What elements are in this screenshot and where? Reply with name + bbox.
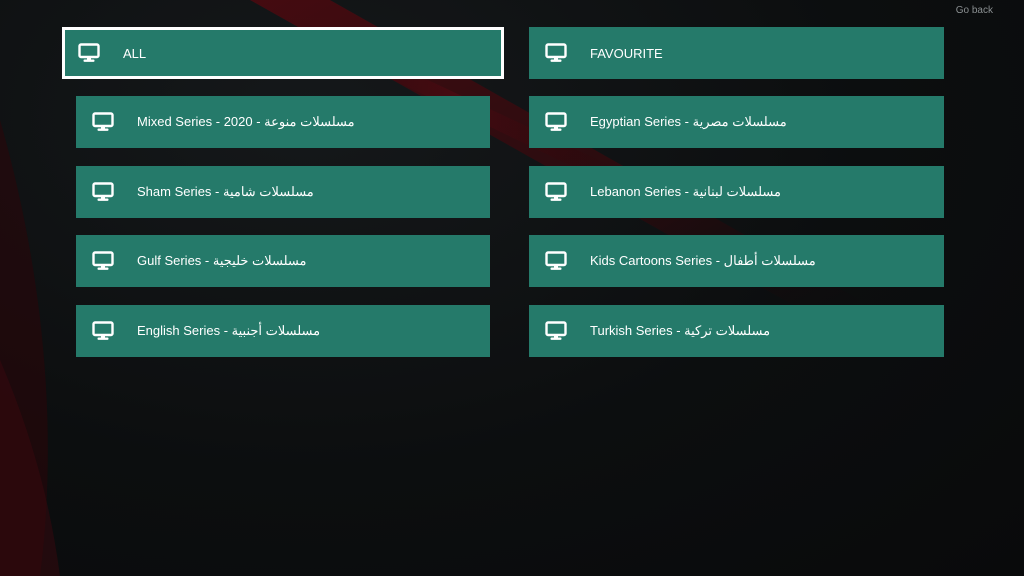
category-tile[interactable]: Gulf Series - مسلسلات خليجية	[76, 235, 490, 287]
category-tile-label: Egyptian Series - مسلسلات مصرية	[590, 114, 787, 129]
category-tile-label: Lebanon Series - مسلسلات لبنانية	[590, 184, 781, 199]
go-back-button[interactable]: Go back	[956, 5, 993, 16]
category-tile[interactable]: Egyptian Series - مسلسلات مصرية	[529, 96, 944, 148]
series-category-screen: Go back ALL FAVOURITE Mixed Series - 2020 …	[0, 0, 1024, 576]
category-tile-label: Gulf Series - مسلسلات خليجية	[137, 253, 307, 268]
monitor-icon	[92, 251, 114, 271]
category-tile[interactable]: English Series - مسلسلات أجنبية	[76, 305, 490, 357]
background-art	[0, 0, 860, 576]
monitor-icon	[78, 43, 100, 63]
category-tile-label: Kids Cartoons Series - مسلسلات أطفال	[590, 253, 816, 268]
monitor-icon	[545, 182, 567, 202]
category-tile-label: Sham Series - مسلسلات شامية	[137, 184, 314, 199]
category-tile[interactable]: Sham Series - مسلسلات شامية	[76, 166, 490, 218]
monitor-icon	[545, 251, 567, 271]
category-tile[interactable]: Kids Cartoons Series - مسلسلات أطفال	[529, 235, 944, 287]
category-tile[interactable]: FAVOURITE	[529, 27, 944, 79]
monitor-icon	[545, 112, 567, 132]
category-tile-label: Turkish Series - مسلسلات تركية	[590, 323, 771, 338]
category-tile[interactable]: Lebanon Series - مسلسلات لبنانية	[529, 166, 944, 218]
category-tile[interactable]: Turkish Series - مسلسلات تركية	[529, 305, 944, 357]
monitor-icon	[545, 321, 567, 341]
monitor-icon	[92, 112, 114, 132]
monitor-icon	[545, 43, 567, 63]
category-tile-label: ALL	[123, 45, 147, 61]
category-tile-label: Mixed Series - 2020 - مسلسلات منوعة	[137, 114, 355, 129]
category-tile-label: FAVOURITE	[590, 45, 663, 61]
monitor-icon	[92, 321, 114, 341]
category-tile[interactable]: ALL	[62, 27, 504, 79]
category-tile-label: English Series - مسلسلات أجنبية	[137, 323, 321, 338]
monitor-icon	[92, 182, 114, 202]
category-tile[interactable]: Mixed Series - 2020 - مسلسلات منوعة	[76, 96, 490, 148]
